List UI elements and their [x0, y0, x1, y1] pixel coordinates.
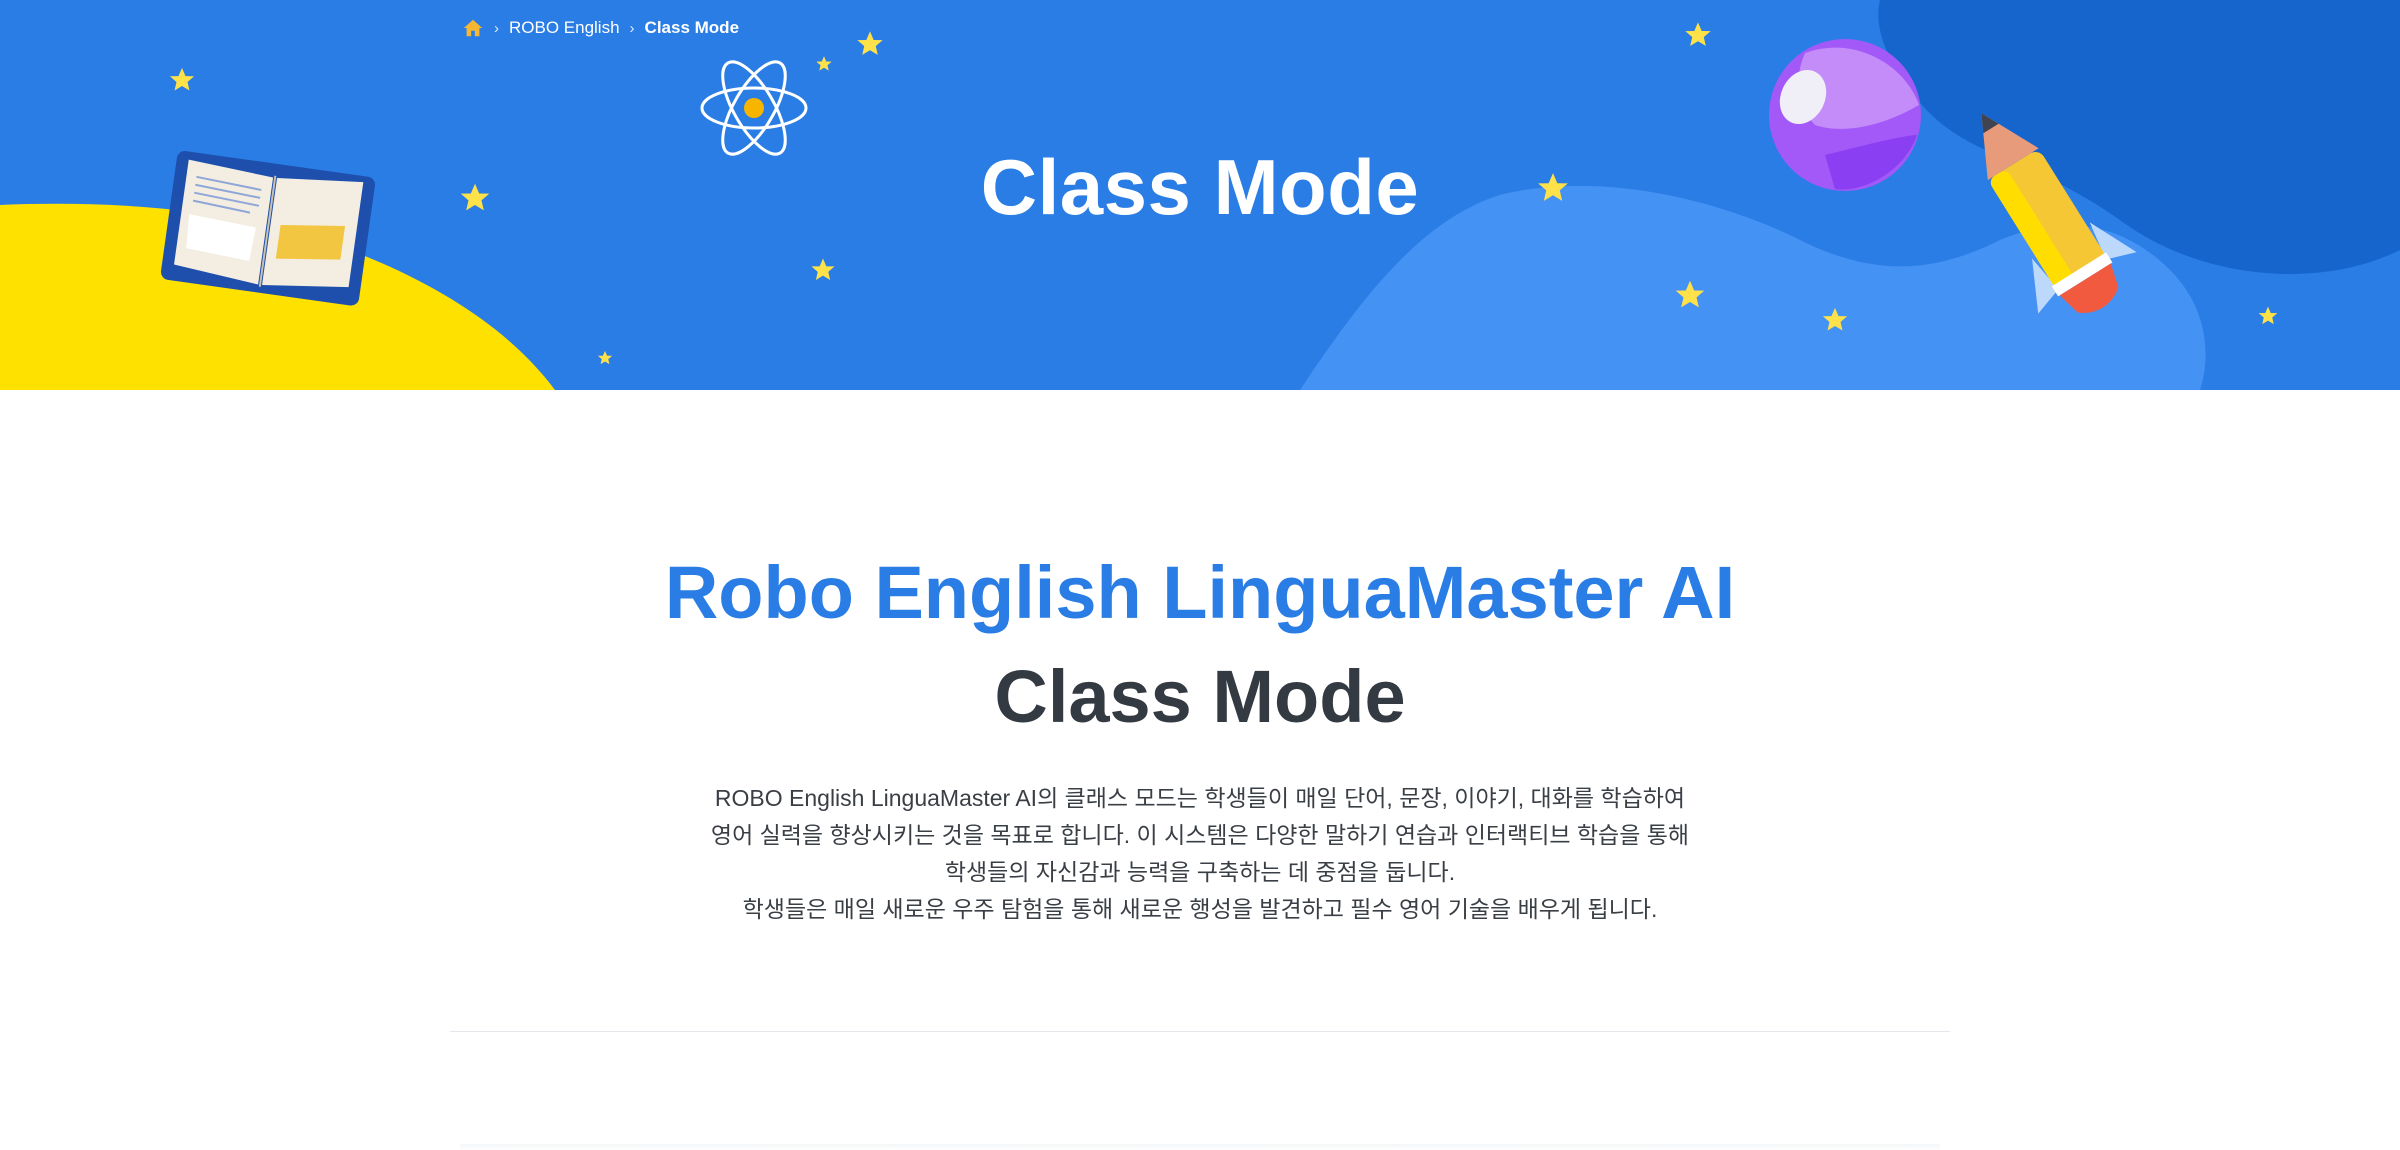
- star-icon: [811, 258, 835, 280]
- star-icon: [2258, 306, 2278, 325]
- breadcrumb: › ROBO English › Class Mode: [462, 14, 739, 42]
- hero-title: Class Mode: [980, 143, 1420, 231]
- intro-title-mode: Class Mode: [994, 655, 1406, 738]
- next-section-edge: [460, 1144, 1940, 1150]
- breadcrumb-link-robo-english[interactable]: ROBO English: [509, 18, 620, 38]
- chevron-right-icon: ›: [629, 19, 635, 37]
- section-divider: [450, 1031, 1950, 1032]
- intro-section: Robo English LinguaMaster AI Class Mode …: [0, 390, 2400, 1150]
- chevron-right-icon: ›: [494, 19, 499, 37]
- star-icon: [597, 350, 613, 365]
- hero-banner: › ROBO English › Class Mode Class Mode: [0, 0, 2400, 390]
- star-icon: [1685, 22, 1711, 46]
- star-icon: [857, 31, 883, 55]
- description-line: 영어 실력을 향상시키는 것을 목표로 합니다. 이 시스템은 다양한 말하기 …: [710, 822, 1690, 848]
- breadcrumb-current: Class Mode: [644, 18, 740, 37]
- description-line: ROBO English LinguaMaster AI의 클래스 모드는 학생…: [714, 785, 1686, 811]
- intro-title-product: Robo English LinguaMaster AI: [664, 551, 1736, 634]
- description-line: 학생들의 자신감과 능력을 구축하는 데 중점을 둡니다.: [944, 859, 1456, 885]
- star-icon: [169, 67, 195, 91]
- intro-description: ROBO English LinguaMaster AI의 클래스 모드는 학생…: [0, 780, 2400, 928]
- home-icon[interactable]: [462, 17, 484, 39]
- star-icon: [816, 56, 832, 71]
- description-line: 학생들은 매일 새로운 우주 탐험을 통해 새로운 행성을 발견하고 필수 영어…: [742, 896, 1658, 922]
